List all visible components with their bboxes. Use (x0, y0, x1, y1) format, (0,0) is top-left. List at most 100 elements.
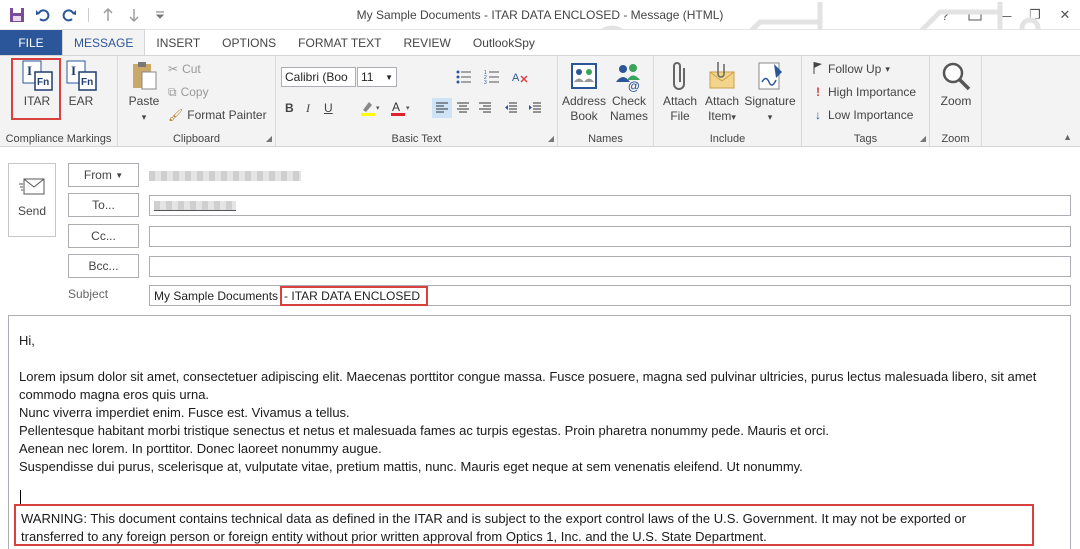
tab-review[interactable]: REVIEW (393, 30, 462, 55)
flag-icon (812, 61, 824, 78)
body-paragraph: Lorem ipsum dolor sit amet, consectetuer… (19, 369, 1037, 402)
text-cursor (20, 490, 21, 504)
redo-icon[interactable] (58, 4, 80, 26)
cc-button[interactable]: Cc... (68, 224, 139, 248)
bcc-button[interactable]: Bcc... (68, 254, 139, 278)
group-basic-text: Calibri (Boo 11 ▼ 123 A B I U ▾ A ▾ Basi… (276, 56, 558, 147)
itar-highlight-box (11, 58, 61, 120)
cut-button[interactable]: ✂ Cut (168, 59, 201, 79)
align-left-icon[interactable] (432, 98, 452, 118)
clear-formatting-icon[interactable]: A (512, 67, 528, 87)
paste-label: Paste (128, 94, 160, 108)
copy-icon: ⧉ (168, 84, 177, 99)
exclamation-icon: ! (816, 85, 820, 99)
paste-icon (128, 60, 160, 92)
separator (88, 7, 89, 22)
subject-label: Subject (68, 287, 109, 301)
subject-marking: - ITAR DATA ENCLOSED (280, 285, 429, 306)
tab-format-text[interactable]: FORMAT TEXT (287, 30, 392, 55)
ear-label: EAR (68, 94, 94, 108)
highlight-color-icon[interactable]: ▾ (360, 98, 382, 118)
save-icon[interactable] (6, 4, 28, 26)
group-clipboard: Paste ▾ ✂ Cut ⧉ Copy 🖌 Format Painter Clipbo… (118, 56, 276, 147)
font-color-icon[interactable]: A ▾ (390, 98, 412, 118)
tags-launcher-icon[interactable]: ◢ (920, 134, 926, 143)
group-label-clipboard: Clipboard (172, 133, 221, 145)
body-line: Pellentesque habitant morbi tristique se… (19, 423, 830, 438)
attach-item-button[interactable]: Attach Item▾ (702, 60, 742, 125)
tab-outlookspy[interactable]: OutlookSpy (462, 30, 546, 55)
group-label-include: Include (709, 133, 746, 145)
svg-text:I: I (71, 63, 76, 78)
attach-file-button[interactable]: Attach File (658, 60, 702, 124)
send-envelope-icon (18, 176, 46, 198)
signature-icon (754, 60, 786, 92)
check-names-button[interactable]: @ Check Names (608, 60, 650, 124)
font-size-dropdown[interactable]: 11 ▼ (357, 67, 397, 87)
quick-access-toolbar (0, 4, 171, 26)
font-name-dropdown[interactable]: Calibri (Boo (281, 67, 356, 87)
underline-button[interactable]: U (324, 98, 333, 118)
tab-insert[interactable]: INSERT (145, 30, 211, 55)
paste-button[interactable]: Paste ▾ (126, 60, 162, 125)
clipboard-launcher-icon[interactable]: ◢ (266, 134, 272, 143)
customize-qat-icon[interactable] (149, 4, 171, 26)
chevron-down-icon: ▼ (385, 72, 393, 82)
svg-text:@: @ (628, 79, 640, 92)
group-compliance-markings: I Fn ITAR I Fn EAR Compliance Markings (0, 56, 118, 147)
scissors-icon: ✂ (168, 62, 179, 76)
ribbon: I Fn ITAR I Fn EAR Compliance Markings P… (0, 55, 1080, 147)
decrease-indent-icon[interactable] (504, 98, 518, 118)
zoom-button[interactable]: Zoom (936, 60, 976, 109)
group-label-compliance: Compliance Markings (5, 133, 112, 145)
svg-text:Fn: Fn (81, 77, 93, 88)
italic-button[interactable]: I (306, 98, 310, 118)
cc-field[interactable] (149, 226, 1071, 247)
message-body[interactable]: Hi, Lorem ipsum dolor sit amet, consecte… (8, 315, 1071, 549)
increase-indent-icon[interactable] (528, 98, 542, 118)
signature-button[interactable]: Signature ▾ (742, 60, 798, 125)
bullets-icon[interactable] (456, 67, 472, 87)
to-field[interactable] (149, 195, 1071, 216)
svg-text:A: A (512, 72, 520, 84)
svg-text:3: 3 (484, 80, 487, 84)
paintbrush-icon: 🖌 (168, 108, 184, 122)
svg-text:▾: ▾ (406, 105, 410, 112)
svg-text:▾: ▾ (376, 105, 380, 112)
undo-icon[interactable] (32, 4, 54, 26)
attach-item-icon (706, 60, 738, 92)
format-painter-button[interactable]: 🖌 Format Painter (168, 105, 267, 125)
body-line: Suspendisse dui purus, scelerisque at, v… (19, 459, 803, 474)
tab-message[interactable]: MESSAGE (62, 29, 146, 55)
basic-text-launcher-icon[interactable]: ◢ (548, 134, 554, 143)
up-arrow-icon[interactable] (97, 4, 119, 26)
copy-button[interactable]: ⧉ Copy (168, 82, 209, 102)
tab-file[interactable]: FILE (0, 30, 62, 55)
align-right-icon[interactable] (478, 98, 492, 118)
bold-button[interactable]: B (285, 98, 294, 118)
group-label-basic-text: Basic Text (391, 133, 442, 145)
bcc-field[interactable] (149, 256, 1071, 277)
subject-field[interactable]: My Sample Documents - ITAR DATA ENCLOSED (149, 285, 1071, 306)
body-line: Aenean nec lorem. In porttitor. Donec la… (19, 441, 382, 456)
down-arrow-icon[interactable] (123, 4, 145, 26)
send-button[interactable]: Send (8, 163, 56, 237)
from-button[interactable]: From ▼ (68, 163, 139, 187)
address-book-button[interactable]: Address Book (562, 60, 606, 124)
to-button[interactable]: To... (68, 193, 139, 217)
follow-up-button[interactable]: Follow Up ▾ (812, 59, 890, 79)
numbering-icon[interactable]: 123 (484, 67, 500, 87)
itar-warning-box: WARNING: This document contains technica… (14, 504, 1034, 546)
high-importance-button[interactable]: ! High Importance (812, 82, 916, 102)
chevron-down-icon: ▼ (115, 170, 124, 180)
to-recipient-redacted (154, 200, 236, 211)
tab-options[interactable]: OPTIONS (211, 30, 287, 55)
from-address-redacted (149, 170, 301, 184)
ear-button[interactable]: I Fn EAR (62, 60, 100, 109)
body-line: Nunc viverra imperdiet enim. Fusce est. … (19, 405, 350, 420)
low-importance-button[interactable]: ↓ Low Importance (812, 105, 913, 125)
align-center-icon[interactable] (456, 98, 470, 118)
collapse-ribbon-icon[interactable]: ▲ (1063, 132, 1072, 142)
paperclip-icon (664, 60, 696, 92)
down-arrow-importance-icon: ↓ (815, 108, 821, 122)
